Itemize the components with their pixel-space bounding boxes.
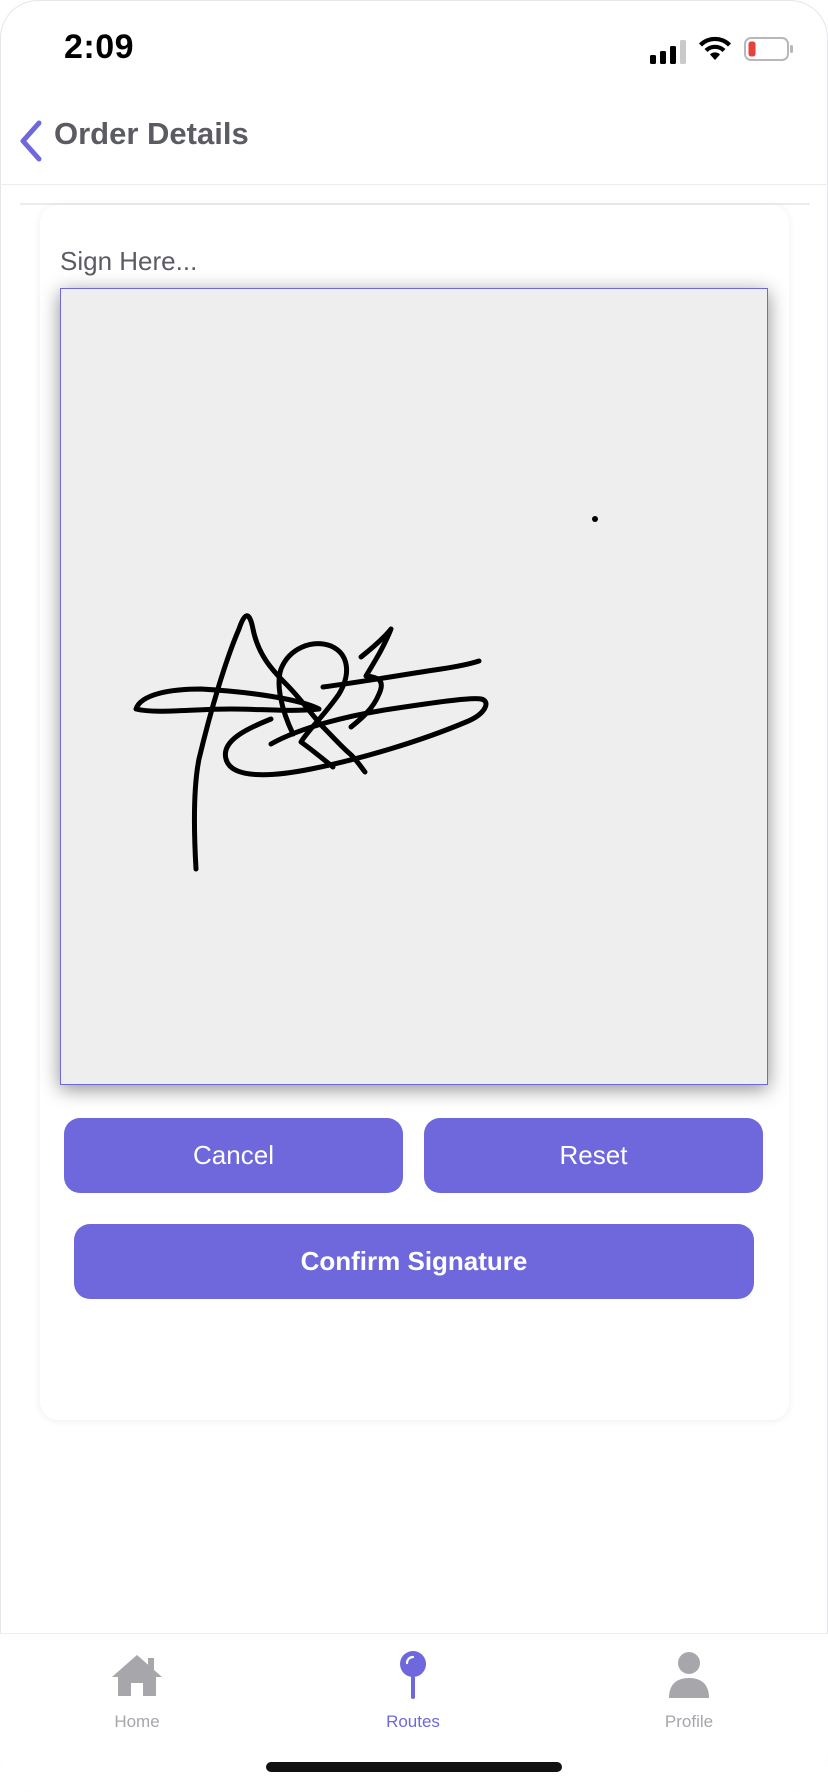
- signature-stroke: [133, 516, 598, 872]
- tab-profile-label: Profile: [664, 1712, 714, 1731]
- tab-home[interactable]: Home: [37, 1634, 237, 1744]
- person-icon: [667, 1648, 711, 1702]
- tab-profile[interactable]: Profile: [589, 1634, 789, 1744]
- battery-low-icon: [744, 36, 794, 67]
- page-title: Order Details: [54, 116, 249, 151]
- home-icon: [109, 1648, 165, 1702]
- sign-here-label: Sign Here...: [60, 246, 198, 276]
- cellular-signal-icon: [650, 39, 686, 64]
- back-button[interactable]: [14, 118, 48, 164]
- tab-routes-label: Routes: [386, 1712, 440, 1731]
- chevron-left-icon: [20, 120, 42, 162]
- home-indicator: [266, 1762, 562, 1772]
- tab-home-label: Home: [114, 1712, 160, 1731]
- screen: 2:09 Order Details Sign Here... Cancel R…: [0, 0, 828, 1792]
- tab-routes[interactable]: Routes: [313, 1634, 513, 1744]
- signature-pad[interactable]: [60, 288, 768, 1085]
- cancel-button[interactable]: Cancel: [64, 1118, 403, 1193]
- status-bar: 2:09: [0, 0, 828, 100]
- map-pin-icon: [398, 1648, 428, 1702]
- status-time: 2:09: [64, 28, 135, 66]
- confirm-signature-button[interactable]: Confirm Signature: [74, 1224, 754, 1299]
- status-icons: [650, 36, 794, 67]
- wifi-icon: [698, 36, 732, 67]
- reset-button[interactable]: Reset: [424, 1118, 763, 1193]
